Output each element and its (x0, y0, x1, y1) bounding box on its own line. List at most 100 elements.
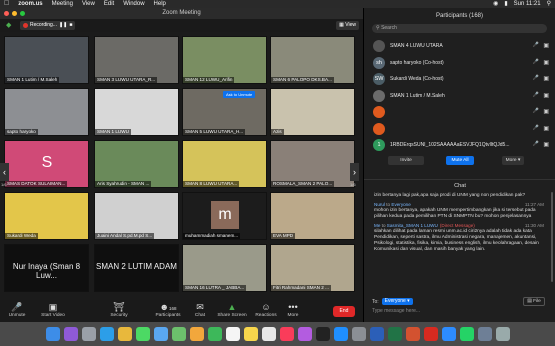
minimize-window-button[interactable] (12, 11, 17, 16)
video-tile[interactable]: SMAN 2 LUTIM ADAM (94, 244, 179, 292)
recording-indicator[interactable]: Recording... ❚❚ ■ (20, 21, 76, 30)
next-page-arrow[interactable]: › (350, 163, 359, 181)
word-icon[interactable] (369, 327, 384, 341)
participant-name-label: muhammadiah smanem... (183, 233, 241, 239)
facetime-icon[interactable] (207, 327, 222, 341)
unmute-button[interactable]: 🎤 Unmute (0, 300, 34, 322)
participant-row[interactable]: SMAN 1 Lutim / M.Saleh 🎤 ▣ (364, 88, 555, 105)
music-icon[interactable] (279, 327, 294, 341)
safari-icon[interactable] (99, 327, 114, 341)
tv-icon[interactable] (315, 327, 330, 341)
photos-icon[interactable] (189, 327, 204, 341)
video-tile[interactable]: Juaini Andal S.pd.M.pd S... (94, 192, 179, 240)
menu-help[interactable]: Help (154, 0, 166, 8)
grid-icon: ▦ (339, 22, 344, 28)
maps-icon[interactable] (171, 327, 186, 341)
participant-name: 1RBDErqsSUNI_102SAAAAAaESVJFQ1QtvIltQJd5… (390, 142, 510, 149)
apple-icon[interactable]:  (4, 0, 9, 8)
wifi-icon[interactable]: ◉ (493, 0, 498, 8)
video-tile[interactable]: SMAN 8 LUWU UTARA... (182, 140, 267, 188)
video-tile[interactable]: SMAN 5 LUWU UTARA_H... Ask to Unmute (182, 88, 267, 136)
avatar (373, 40, 385, 53)
calendar-icon[interactable] (225, 327, 240, 341)
more-participant-actions-button[interactable]: More ▾ (502, 156, 524, 165)
podcasts-icon[interactable] (297, 327, 312, 341)
recipient-dropdown[interactable]: Everyone ▾ (381, 298, 413, 305)
video-tile[interactable]: ROSMALA_SMAN 2 PALO... (270, 140, 355, 188)
share-screen-button[interactable]: ▲ Share Screen (214, 300, 250, 322)
siri-icon[interactable] (63, 327, 78, 341)
video-tile[interactable]: SMAN 3 LUWU UTARA_R... (94, 36, 179, 84)
video-tile[interactable]: SMAN 16 LUTRA _ JABBA... (182, 244, 267, 292)
participant-row[interactable]: 1 1RBDErqsSUNI_102SAAAAAaESVJFQ1QtvIltQJd… (364, 137, 555, 154)
launchpad-icon[interactable] (81, 327, 96, 341)
participants-button[interactable]: ☻168 Participants (150, 300, 186, 322)
video-tile[interactable]: SMAN 1 Lutim / M.Saleh (4, 36, 89, 84)
video-off-icon: ▣ (48, 302, 58, 312)
menu-edit[interactable]: Edit (104, 0, 114, 8)
end-meeting-button[interactable]: End (333, 306, 355, 317)
participant-search-input[interactable]: ⚲ Search (372, 24, 547, 33)
zoom-window-button[interactable] (20, 11, 25, 16)
participant-row[interactable]: SMAN 4 LUWU UTARA 🎤 ▣ (364, 38, 555, 55)
participant-row[interactable]: 🎤 ▣ (364, 104, 555, 121)
video-tile[interactable]: m muhammadiah smanem... (182, 192, 267, 240)
settings-icon[interactable] (351, 327, 366, 341)
mute-all-button[interactable]: Mute All (446, 156, 474, 165)
trash-icon[interactable] (495, 327, 510, 341)
video-tile[interactable]: SMAN 12 LUWU_Arifin (182, 36, 267, 84)
more-button[interactable]: ••• More (282, 300, 304, 322)
security-button[interactable]: ⛩ Security (88, 300, 150, 322)
finder-icon[interactable] (45, 327, 60, 341)
file-button[interactable]: ▤ File (523, 297, 545, 306)
menu-view[interactable]: View (82, 0, 95, 8)
video-tile[interactable]: S SMAS DATOK SULAIMAN... (4, 140, 89, 188)
chat-input[interactable]: Type message here... (372, 308, 420, 314)
shield-icon[interactable]: ◆ (6, 21, 11, 29)
video-tile[interactable]: Aris Syahrudin - SMAN ... (94, 140, 179, 188)
avatar (373, 89, 385, 102)
video-tile[interactable]: sapto haryoko (4, 88, 89, 136)
ask-to-unmute-button[interactable]: Ask to Unmute (223, 91, 256, 98)
downloads-icon[interactable] (477, 327, 492, 341)
invite-button[interactable]: Invite (388, 156, 424, 165)
spotlight-icon[interactable]: ⚲ (547, 0, 551, 8)
video-tile[interactable]: Fitri Rahmadani SMAN 2 ... (270, 244, 355, 292)
previous-page-arrow[interactable]: ‹ (0, 163, 9, 181)
pause-icon[interactable]: ❚❚ (59, 21, 67, 30)
powerpoint-icon[interactable] (405, 327, 420, 341)
video-tile[interactable]: EVA MPD (270, 192, 355, 240)
mail-icon[interactable] (153, 327, 168, 341)
chat-scrollbar[interactable] (551, 192, 553, 282)
acrobat-icon[interactable] (423, 327, 438, 341)
video-tile[interactable]: SMAN 6 PALOPO DKS.BA... (270, 36, 355, 84)
participant-row[interactable]: sh sapto haryoko (Co-host) 🎤 ▣ (364, 55, 555, 72)
menu-clock[interactable]: Sun 11:21 (514, 0, 541, 8)
battery-icon[interactable]: ▮ (504, 0, 507, 8)
menu-window[interactable]: Window (123, 0, 144, 8)
close-window-button[interactable] (4, 11, 9, 16)
chrome-icon[interactable] (117, 327, 132, 341)
messages-icon[interactable] (135, 327, 150, 341)
video-tile[interactable]: Nur Inaya (Sman 8 Luw... (4, 244, 89, 292)
app-store-icon[interactable] (333, 327, 348, 341)
participant-row[interactable]: 🎤 ▣ (364, 121, 555, 138)
reminders-icon[interactable] (261, 327, 276, 341)
menu-meeting[interactable]: Meeting (52, 0, 73, 8)
video-tile[interactable]: SMAN 1 LUWU (94, 88, 179, 136)
notes-icon[interactable] (243, 327, 258, 341)
menu-app-name[interactable]: zoom.us (18, 0, 42, 8)
whatsapp-icon[interactable] (459, 327, 474, 341)
excel-icon[interactable] (387, 327, 402, 341)
participants-count: 168 (168, 306, 177, 311)
video-tile[interactable]: Azis (270, 88, 355, 136)
video-tile[interactable]: Sukardi Weda (4, 192, 89, 240)
chat-recipient-row: To: Everyone ▾ (372, 298, 413, 305)
reactions-button[interactable]: ☺ Reactions (250, 300, 282, 322)
view-button[interactable]: ▦ View (336, 21, 359, 30)
chat-button[interactable]: ✉ Chat (186, 300, 214, 322)
zoom-icon[interactable] (441, 327, 456, 341)
stop-icon[interactable]: ■ (69, 21, 72, 30)
participant-row[interactable]: SW Sukardi Weda (Co-host) 🎤 ▣ (364, 71, 555, 88)
start-video-button[interactable]: ▣ Start Video (34, 300, 72, 322)
